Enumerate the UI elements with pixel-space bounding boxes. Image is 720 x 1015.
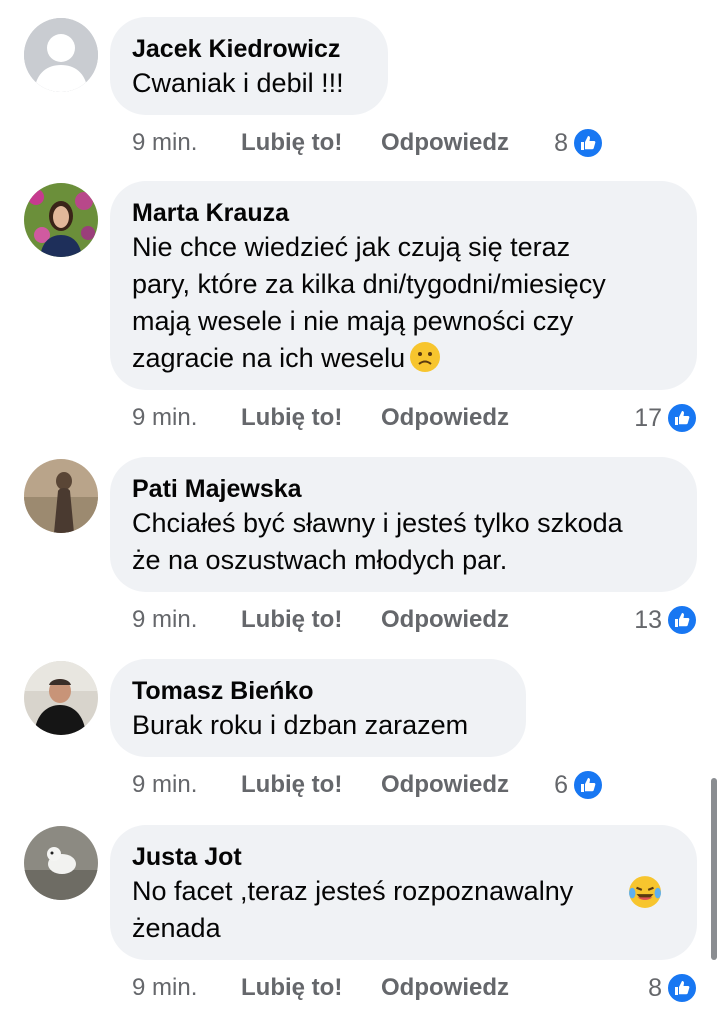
avatar[interactable] <box>24 18 98 92</box>
like-button[interactable]: Lubię to! <box>241 767 342 803</box>
reaction-summary[interactable]: 6 <box>554 767 604 803</box>
comment-time[interactable]: 9 min. <box>132 970 197 1006</box>
scrollbar[interactable] <box>711 778 717 960</box>
reaction-count: 8 <box>554 129 568 157</box>
comment-time[interactable]: 9 min. <box>132 125 197 161</box>
comment-author[interactable]: Jacek Kiedrowicz <box>132 33 366 65</box>
reaction-summary[interactable]: 8 <box>554 125 604 161</box>
like-button[interactable]: Lubię to! <box>241 602 342 638</box>
comment-actions: 9 min. Lubię to! Odpowiedz 6 <box>132 767 702 803</box>
comment-actions: 9 min. Lubię to! Odpowiedz 8 <box>132 970 702 1006</box>
comment-bubble: Jacek Kiedrowicz Cwaniak i debil !!! <box>110 17 388 115</box>
profile-photo <box>24 661 98 735</box>
comment-text: No facet ,teraz jesteś rozpoznawalny żen… <box>132 876 574 943</box>
comment-text-wrap: Nie chce wiedzieć jak czują się teraz pa… <box>132 229 675 377</box>
reaction-count: 13 <box>634 606 662 634</box>
reaction-count: 8 <box>648 974 662 1002</box>
comment-actions: 9 min. Lubię to! Odpowiedz 8 <box>132 125 702 161</box>
comment-author[interactable]: Pati Majewska <box>132 473 675 505</box>
thumbs-up-icon <box>572 127 604 159</box>
reaction-count: 17 <box>634 404 662 432</box>
reaction-summary[interactable]: 8 <box>648 970 698 1006</box>
reply-button[interactable]: Odpowiedz <box>381 970 509 1006</box>
comment-text: Cwaniak i debil !!! <box>132 68 344 98</box>
profile-photo <box>24 183 98 257</box>
comment-text-wrap: No facet ,teraz jesteś rozpoznawalny żen… <box>132 873 675 947</box>
comment-text: Chciałeś być sławny i jesteś tylko szkod… <box>132 508 623 575</box>
comment-time[interactable]: 9 min. <box>132 767 197 803</box>
reaction-summary[interactable]: 17 <box>634 400 698 436</box>
like-button[interactable]: Lubię to! <box>241 970 342 1006</box>
reaction-summary[interactable]: 13 <box>634 602 698 638</box>
like-button[interactable]: Lubię to! <box>241 400 342 436</box>
avatar[interactable] <box>24 826 98 900</box>
profile-photo <box>24 459 98 533</box>
thumbs-up-icon <box>666 402 698 434</box>
avatar[interactable] <box>24 661 98 735</box>
comment-bubble: Marta Krauza Nie chce wiedzieć jak czują… <box>110 181 697 390</box>
comment-author[interactable]: Marta Krauza <box>132 197 675 229</box>
reply-button[interactable]: Odpowiedz <box>381 767 509 803</box>
reply-button[interactable]: Odpowiedz <box>381 602 509 638</box>
reaction-count: 6 <box>554 771 568 799</box>
reply-button[interactable]: Odpowiedz <box>381 125 509 161</box>
avatar[interactable] <box>24 183 98 257</box>
comment-bubble: Justa Jot No facet ,teraz jesteś rozpozn… <box>110 825 697 960</box>
comment-bubble: Tomasz Bieńko Burak roku i dzban zarazem <box>110 659 526 757</box>
thumbs-up-icon <box>666 972 698 1004</box>
avatar[interactable] <box>24 459 98 533</box>
comment-bubble: Pati Majewska Chciałeś być sławny i jest… <box>110 457 697 592</box>
comment-time[interactable]: 9 min. <box>132 602 197 638</box>
comment-author[interactable]: Justa Jot <box>132 841 675 873</box>
comment-author[interactable]: Tomasz Bieńko <box>132 675 504 707</box>
comment-actions: 9 min. Lubię to! Odpowiedz 13 <box>132 602 702 638</box>
reply-button[interactable]: Odpowiedz <box>381 400 509 436</box>
comment-text: Burak roku i dzban zarazem <box>132 710 469 740</box>
profile-photo <box>24 826 98 900</box>
laughing-tears-emoji-icon <box>628 875 661 908</box>
thumbs-up-icon <box>572 769 604 801</box>
comment-time[interactable]: 9 min. <box>132 400 197 436</box>
comment-text: Nie chce wiedzieć jak czują się teraz pa… <box>132 232 606 373</box>
sad-face-emoji-icon <box>409 341 441 373</box>
like-button[interactable]: Lubię to! <box>241 125 342 161</box>
thumbs-up-icon <box>666 604 698 636</box>
comment-actions: 9 min. Lubię to! Odpowiedz 17 <box>132 400 702 436</box>
default-avatar-icon <box>24 18 98 92</box>
